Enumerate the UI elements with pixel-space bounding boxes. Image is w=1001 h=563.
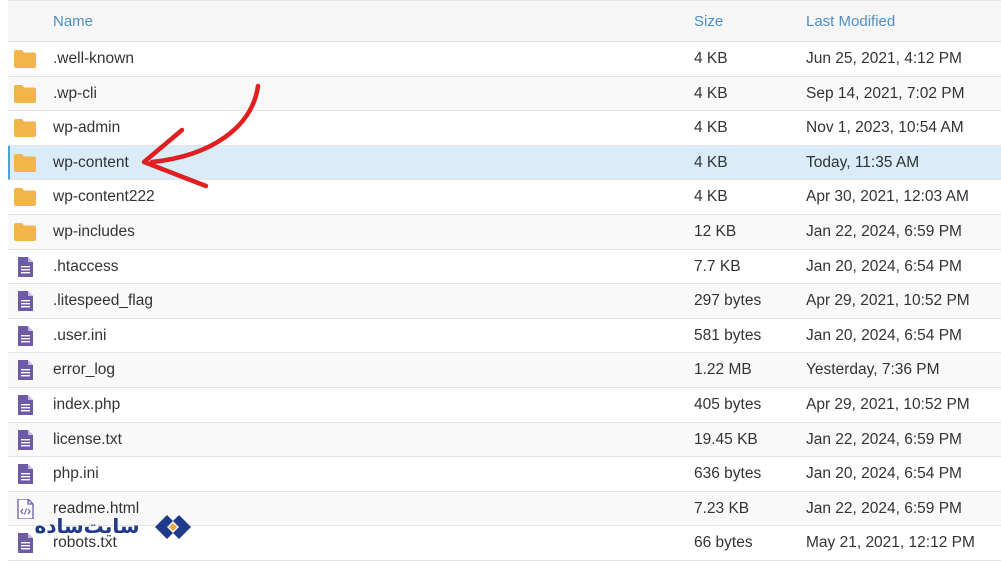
file-name[interactable]: robots.txt [53,534,117,552]
file-modified: Jan 22, 2024, 6:59 PM [806,430,962,448]
file-size: 4 KB [694,188,728,206]
file-modified: Yesterday, 7:36 PM [806,361,940,379]
folder-icon [13,84,37,104]
file-name[interactable]: .well-known [53,50,134,68]
file-name[interactable]: php.ini [53,465,99,483]
file-name[interactable]: .litespeed_flag [53,292,153,310]
file-icon [13,256,37,277]
file-modified: Apr 29, 2021, 10:52 PM [806,395,970,413]
column-header-name[interactable]: Name [53,13,93,30]
file-size: 12 KB [694,222,737,240]
file-row[interactable]: .htaccess 7.7 KB Jan 20, 2024, 6:54 PM [8,249,1001,285]
file-icon [13,533,37,554]
file-icon [13,394,37,415]
file-modified: Sep 14, 2021, 7:02 PM [806,84,965,102]
file-name[interactable]: wp-admin [53,119,120,137]
column-header-size[interactable]: Size [694,13,723,30]
file-modified: Jan 22, 2024, 6:59 PM [806,222,962,240]
file-manager: Name Size Last Modified .well-known 4 KB J… [0,0,1001,563]
file-size: 636 bytes [694,465,762,483]
file-icon [13,360,37,381]
file-icon [13,291,37,312]
file-list: .well-known 4 KB Jun 25, 2021, 4:12 PM .wp-… [8,42,1001,561]
file-size: 581 bytes [694,326,762,344]
file-modified: Apr 30, 2021, 12:03 AM [806,188,969,206]
file-modified: Jan 22, 2024, 6:59 PM [806,499,962,517]
file-name[interactable]: index.php [53,396,120,414]
file-name[interactable]: .htaccess [53,258,118,276]
file-row[interactable]: error_log 1.22 MB Yesterday, 7:36 PM [8,353,1001,388]
file-row[interactable]: wp-includes 12 KB Jan 22, 2024, 6:59 PM [8,214,1001,250]
file-row[interactable]: php.ini 636 bytes Jan 20, 2024, 6:54 PM [8,457,1001,492]
code-file-icon [13,498,37,520]
file-row[interactable]: license.txt 19.45 KB Jan 22, 2024, 6:59 PM [8,422,1001,458]
folder-icon [13,118,37,138]
file-modified: Jun 25, 2021, 4:12 PM [806,50,962,67]
file-size: 66 bytes [694,534,753,552]
file-name[interactable]: readme.html [53,500,139,518]
file-row[interactable]: .wp-cli 4 KB Sep 14, 2021, 7:02 PM [8,76,1001,112]
table-header: Name Size Last Modified [8,0,1001,42]
file-size: 7.23 KB [694,499,750,517]
file-row[interactable]: wp-content 4 KB Today, 11:35 AM [8,145,1001,181]
file-size: 4 KB [694,50,728,67]
folder-icon [13,222,37,242]
file-name[interactable]: wp-content222 [53,188,155,206]
file-row[interactable]: .user.ini 581 bytes Jan 20, 2024, 6:54 PM [8,318,1001,354]
file-icon [13,464,37,485]
folder-icon [13,153,37,173]
file-size: 1.22 MB [694,361,752,379]
file-name[interactable]: .wp-cli [53,85,97,103]
file-modified: Jan 20, 2024, 6:54 PM [806,465,962,483]
file-modified: Today, 11:35 AM [806,153,920,171]
file-size: 19.45 KB [694,430,758,448]
file-modified: Jan 20, 2024, 6:54 PM [806,257,962,275]
file-size: 4 KB [694,153,728,171]
file-row[interactable]: wp-content222 4 KB Apr 30, 2021, 12:03 AM [8,180,1001,215]
file-modified: Apr 29, 2021, 10:52 PM [806,292,970,310]
file-size: 4 KB [694,119,728,137]
file-name[interactable]: error_log [53,361,115,379]
folder-icon [13,49,37,69]
file-modified: May 21, 2021, 12:12 PM [806,534,975,552]
file-row[interactable]: robots.txt 66 bytes May 21, 2021, 12:12 PM [8,526,1001,561]
file-row[interactable]: readme.html 7.23 KB Jan 22, 2024, 6:59 PM [8,491,1001,527]
file-size: 405 bytes [694,395,762,413]
file-row[interactable]: wp-admin 4 KB Nov 1, 2023, 10:54 AM [8,111,1001,146]
file-name[interactable]: .user.ini [53,327,106,345]
file-icon [13,325,37,346]
file-name[interactable]: wp-includes [53,223,135,241]
file-size: 297 bytes [694,292,762,310]
file-name[interactable]: wp-content [53,154,129,172]
file-modified: Nov 1, 2023, 10:54 AM [806,119,964,137]
file-modified: Jan 20, 2024, 6:54 PM [806,326,962,344]
file-icon [13,429,37,450]
file-size: 4 KB [694,84,728,102]
file-size: 7.7 KB [694,257,741,275]
column-header-modified[interactable]: Last Modified [806,13,895,30]
file-row[interactable]: .litespeed_flag 297 bytes Apr 29, 2021, 10… [8,284,1001,319]
file-row[interactable]: .well-known 4 KB Jun 25, 2021, 4:12 PM [8,42,1001,77]
folder-icon [13,187,37,207]
file-row[interactable]: index.php 405 bytes Apr 29, 2021, 10:52 PM [8,387,1001,423]
file-name[interactable]: license.txt [53,431,122,449]
